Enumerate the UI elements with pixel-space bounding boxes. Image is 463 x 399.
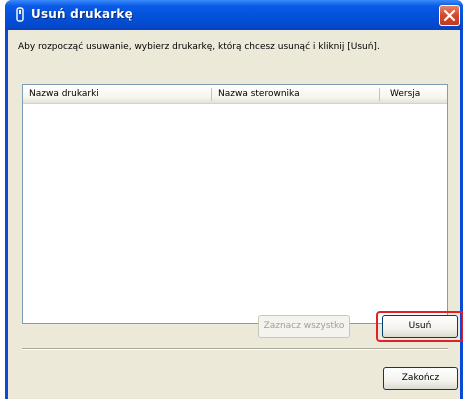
- close-button[interactable]: [439, 5, 460, 26]
- close-icon: [443, 9, 456, 22]
- instruction-text: Aby rozpocząć usuwanie, wybierz drukarkę…: [18, 42, 380, 52]
- dialog-window: Usuń drukarkę Aby rozpocząć usuwanie, wy…: [5, 0, 463, 399]
- printer-remove-icon: [16, 7, 24, 22]
- dialog-body: Aby rozpocząć usuwanie, wybierz drukarkę…: [8, 30, 463, 399]
- window-title: Usuń drukarkę: [31, 7, 133, 21]
- list-header: Nazwa drukarki Nazwa sterownika Wersja: [23, 85, 447, 104]
- column-header-version[interactable]: Wersja: [380, 85, 447, 103]
- finish-button[interactable]: Zakończ: [383, 367, 458, 390]
- column-header-driver-name[interactable]: Nazwa sterownika: [212, 85, 379, 103]
- select-all-button[interactable]: Zaznacz wszystko: [258, 315, 350, 338]
- separator-line: [22, 348, 448, 350]
- remove-button[interactable]: Usuń: [382, 315, 458, 338]
- title-bar[interactable]: Usuń drukarkę: [5, 0, 463, 30]
- column-header-printer-name[interactable]: Nazwa drukarki: [23, 85, 211, 103]
- printer-list[interactable]: Nazwa drukarki Nazwa sterownika Wersja: [22, 84, 448, 324]
